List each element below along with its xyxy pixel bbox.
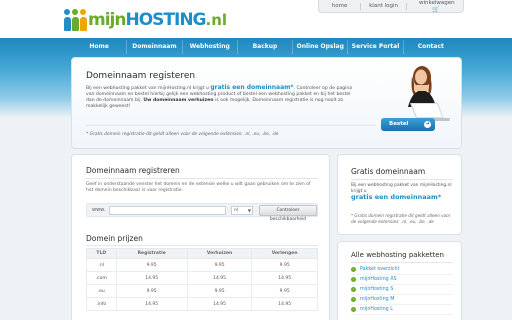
free-domain-text: Bij een webhosting pakket van mijnHostin…: [351, 183, 453, 201]
package-label: Pakket overzicht: [360, 267, 400, 272]
table-cell: 9.95: [251, 284, 318, 298]
nav-domeinnaam[interactable]: Domeinnaam: [127, 40, 183, 54]
cart-icon: 🛒: [432, 5, 440, 13]
bestel-button[interactable]: Bestel ➜: [381, 118, 435, 131]
table-cell: 14.95: [115, 297, 188, 311]
hero-bold[interactable]: Uw domeinnaam verhuizen: [143, 98, 213, 103]
nav-contact[interactable]: Contact: [404, 40, 458, 54]
check-availability-button[interactable]: Controleer beschikbaarheid: [259, 205, 317, 222]
table-cell: .info: [86, 297, 117, 311]
domain-input[interactable]: [109, 206, 226, 215]
bullet-arrow-icon: ›: [351, 307, 356, 312]
table-cell: 14.95: [251, 271, 318, 285]
table-cell: .eu: [86, 284, 117, 298]
bullet-arrow-icon: ›: [351, 297, 356, 302]
domain-register-text: Geef in onderstaande venster het domein …: [86, 182, 311, 193]
package-link[interactable]: › mijnHosting L: [351, 305, 453, 315]
domain-search-row: www. nl ▼ Controleer beschikbaarheid: [86, 203, 318, 222]
top-links: home klant login winkelwagen🛒: [318, 0, 464, 13]
home-link[interactable]: home: [319, 3, 360, 9]
logo-mijn: mijn: [88, 10, 126, 30]
www-label: www.: [92, 207, 106, 213]
table-header-row: TLD Registratie Verhuizen Verlengen: [86, 248, 318, 259]
login-link[interactable]: klant login: [361, 3, 406, 9]
col-verhuizen: Verhuizen: [186, 248, 253, 259]
bestel-label: Bestel: [389, 121, 409, 127]
table-row: .info 14.95 14.95 14.95: [86, 297, 318, 311]
table-cell: .com: [86, 271, 117, 285]
table-cell: 9.95: [115, 258, 188, 272]
hero-panel: Domeinnaam registeren Bij een webhosting…: [71, 57, 462, 149]
free-domain-note: * Gratis domein registratie dit geldt al…: [351, 213, 451, 224]
table-cell: .nl: [86, 258, 117, 272]
hero-text-1: Bij een webhosting pakket van mijnHostin…: [86, 86, 211, 91]
nav-online-opslag[interactable]: Online Opslag: [293, 40, 349, 54]
arrow-right-icon: ➜: [424, 121, 431, 128]
table-row: .nl 9.95 9.95 9.95: [86, 258, 318, 272]
hero-note: * Gratis domein registratie dit geldt al…: [86, 132, 279, 137]
site-logo[interactable]: mijn HOSTING .nl: [64, 5, 227, 31]
table-cell: 9.95: [186, 284, 253, 298]
chevron-down-icon: ▼: [247, 208, 251, 213]
free-domain-panel: Gratis domeinnaam Bij een webhosting pak…: [337, 154, 462, 235]
logo-hosting: HOSTING: [125, 10, 206, 30]
free-domain-highlight: gratis een domeinnaam*: [351, 193, 442, 201]
table-row: .eu 9.95 9.95 9.95: [86, 284, 318, 298]
nav-backup[interactable]: Backup: [238, 40, 294, 54]
table-cell: 9.95: [115, 284, 188, 298]
extension-select[interactable]: nl ▼: [231, 206, 253, 215]
col-verlengen: Verlengen: [251, 248, 318, 259]
table-cell: 9.95: [251, 258, 318, 272]
site-header: mijn HOSTING .nl home klant login winkel…: [0, 0, 512, 40]
package-label: mijnHosting S: [360, 287, 394, 292]
logo-tld: .nl: [205, 11, 228, 29]
table-cell: 14.95: [251, 297, 318, 311]
divider: [86, 245, 318, 246]
package-label: mijnHosting M: [360, 297, 395, 302]
hero-divider: [86, 125, 376, 126]
package-link[interactable]: › mijnHosting M: [351, 295, 453, 305]
table-cell: 14.95: [186, 271, 253, 285]
domain-register-title: Domeinnaam registreren: [86, 166, 180, 175]
nav-service-portal[interactable]: Service Portal: [348, 40, 404, 54]
hero-title: Domeinnaam registeren: [86, 71, 196, 81]
nav-home[interactable]: Home: [72, 40, 128, 54]
package-link[interactable]: › mijnHosting XS: [351, 275, 453, 285]
table-cell: 9.95: [186, 258, 253, 272]
package-link[interactable]: › Pakket overzicht: [351, 265, 453, 275]
domain-prices-title: Domein prijzen: [86, 234, 143, 243]
main-nav: Home Domeinnaam Webhosting Backup Online…: [72, 40, 458, 54]
divider: [351, 262, 453, 263]
nav-webhosting[interactable]: Webhosting: [183, 40, 238, 54]
bullet-arrow-icon: ›: [351, 267, 356, 272]
logo-figures-icon: [64, 9, 87, 31]
bullet-arrow-icon: ›: [351, 287, 356, 292]
packages-title: Alle webhosting pakketten: [351, 251, 444, 259]
packages-list: › Pakket overzicht › mijnHosting XS › mijnH…: [351, 265, 453, 315]
divider: [86, 178, 318, 179]
domain-price-table: TLD Registratie Verhuizen Verlengen .nl …: [86, 248, 318, 311]
hero-highlight: gratis een domeinnaam*: [210, 84, 294, 91]
package-label: mijnHosting L: [360, 307, 393, 312]
table-cell: 14.95: [186, 297, 253, 311]
col-registratie: Registratie: [115, 248, 188, 259]
bullet-arrow-icon: ›: [351, 277, 356, 282]
person-laptop-illustration: [406, 66, 450, 121]
divider: [351, 179, 453, 180]
free-domain-title: Gratis domeinnaam: [351, 167, 426, 176]
hero-text: Bij een webhosting pakket van mijnHostin…: [86, 85, 358, 110]
extension-value: nl: [234, 208, 239, 213]
cart-link[interactable]: winkelwagen🛒: [407, 0, 463, 13]
packages-panel: Alle webhosting pakketten › Pakket overzi…: [337, 241, 462, 320]
table-cell: 14.95: [115, 271, 188, 285]
table-row: .com 14.95 14.95 14.95: [86, 271, 318, 285]
col-tld: TLD: [86, 248, 117, 259]
domain-register-panel: Domeinnaam registreren Geef in onderstaa…: [71, 154, 330, 320]
package-link[interactable]: › mijnHosting S: [351, 285, 453, 295]
package-label: mijnHosting XS: [360, 277, 397, 282]
